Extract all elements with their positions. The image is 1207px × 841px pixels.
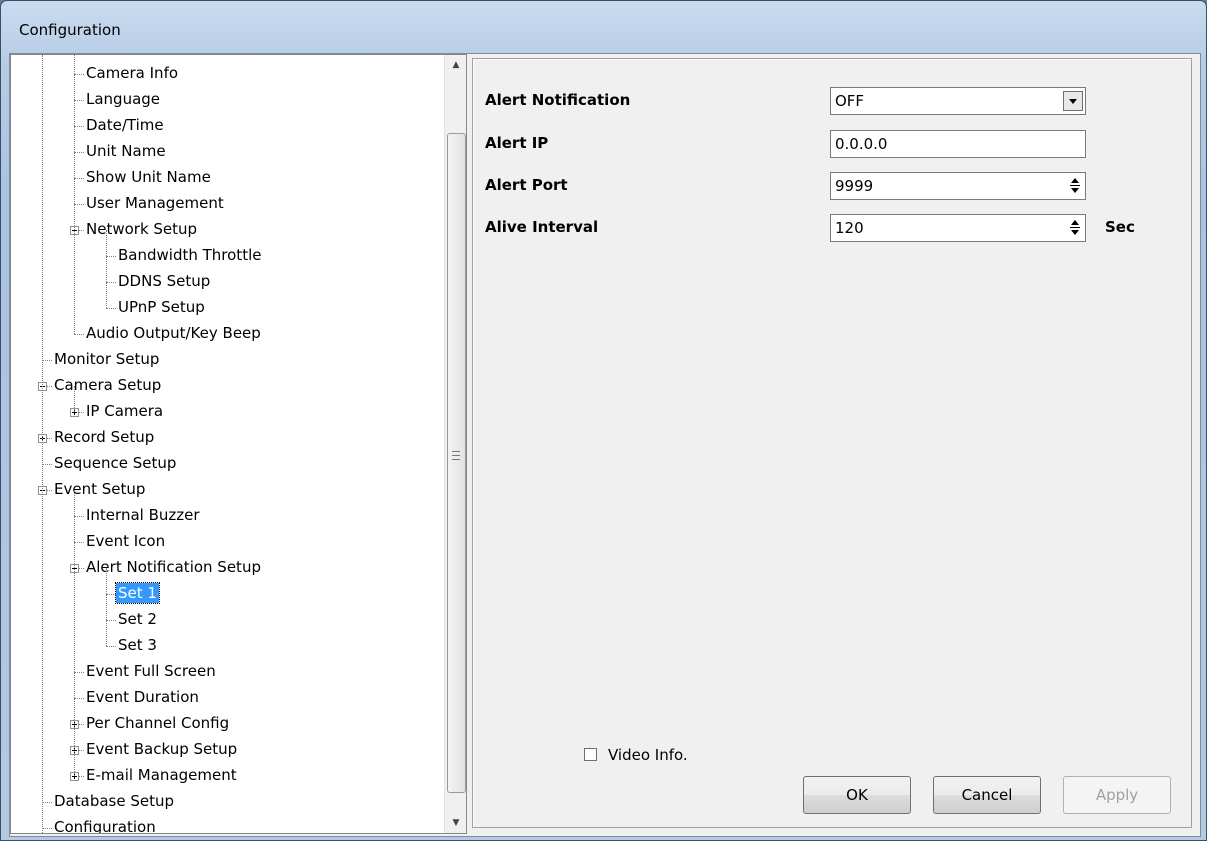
- grip-icon: [452, 451, 460, 460]
- tree-connector: [106, 282, 116, 283]
- tree-item-label: Audio Output/Key Beep: [86, 324, 261, 342]
- alive-interval-spinner[interactable]: 120: [830, 214, 1086, 242]
- tree-connector: [42, 802, 52, 803]
- alert-ip-value: 0.0.0.0: [835, 135, 888, 153]
- ok-button[interactable]: OK: [803, 776, 911, 814]
- tree-item-label: Event Setup: [54, 480, 146, 498]
- tree-item-label: Event Backup Setup: [86, 740, 238, 758]
- tree-item-label: Set 2: [118, 610, 157, 628]
- spin-arrows-icon[interactable]: [1069, 218, 1083, 238]
- tree-connector: [106, 646, 116, 647]
- checkbox-box[interactable]: [584, 748, 597, 761]
- tree-item-label: Event Full Screen: [86, 662, 216, 680]
- tree-connector: [74, 672, 84, 673]
- tree-item-label: Set 3: [118, 636, 157, 654]
- tree-connector: [74, 516, 84, 517]
- spin-arrows-icon[interactable]: [1069, 176, 1083, 196]
- tree-item-label: Configuration: [54, 818, 156, 833]
- alert-notification-label: Alert Notification: [485, 91, 631, 109]
- chevron-down-icon[interactable]: [1063, 91, 1083, 111]
- tree-item-label: Event Icon: [86, 532, 166, 550]
- scroll-thumb[interactable]: [447, 133, 466, 793]
- alert-port-value: 9999: [835, 177, 874, 195]
- cancel-button[interactable]: Cancel: [933, 776, 1041, 814]
- tree-guide-line: [106, 230, 107, 308]
- tree-connector: [74, 152, 84, 153]
- window-title: Configuration: [19, 21, 121, 39]
- alert-ip-label: Alert IP: [485, 134, 549, 152]
- tree-item-label: Internal Buzzer: [86, 506, 200, 524]
- tree-item-label: Show Unit Name: [86, 168, 211, 186]
- tree-connector: [74, 126, 84, 127]
- tree-item-label: E-mail Management: [86, 766, 237, 784]
- alert-port-label: Alert Port: [485, 176, 568, 194]
- tree-connector: [106, 256, 116, 257]
- alive-interval-unit: Sec: [1105, 218, 1135, 236]
- settings-tree: Camera Info Language Date/Time Unit Name Sho…: [10, 54, 467, 834]
- title-bar[interactable]: Configuration: [1, 1, 1206, 45]
- tree-item-label: Language: [86, 90, 161, 108]
- tree-connector: [74, 204, 84, 205]
- tree-item-label: Camera Setup: [54, 376, 162, 394]
- alive-interval-label: Alive Interval: [485, 218, 599, 236]
- alert-ip-input[interactable]: 0.0.0.0: [830, 130, 1086, 158]
- tree-connector: [42, 464, 52, 465]
- alert-port-spinner[interactable]: 9999: [830, 172, 1086, 200]
- alive-interval-value: 120: [835, 219, 864, 237]
- tree-item-label: Sequence Setup: [54, 454, 177, 472]
- tree-item-label: Set 1: [115, 582, 160, 604]
- tree-item-label: Camera Info: [86, 64, 179, 82]
- tree-guide-line: [74, 386, 75, 412]
- tree-item-label: Alert Notification Setup: [86, 558, 261, 576]
- tree-item-label: Bandwidth Throttle: [118, 246, 262, 264]
- tree-item-label: Date/Time: [86, 116, 164, 134]
- video-info-label: Video Info.: [608, 746, 688, 764]
- tree-viewport: Camera Info Language Date/Time Unit Name Sho…: [11, 55, 444, 833]
- tree-scrollbar[interactable]: ▲ ▼: [444, 55, 466, 833]
- tree-item-label: Per Channel Config: [86, 714, 230, 732]
- alert-notification-select[interactable]: OFF: [830, 87, 1086, 115]
- alert-notification-value: OFF: [835, 92, 865, 110]
- client-area: Camera Info Language Date/Time Unit Name Sho…: [9, 53, 1201, 837]
- tree-item-label: DDNS Setup: [118, 272, 211, 290]
- tree-item-label: User Management: [86, 194, 224, 212]
- tree-item-label: Database Setup: [54, 792, 174, 810]
- tree-connector: [74, 698, 84, 699]
- tree-item-label: Network Setup: [86, 220, 198, 238]
- tree-item-label: Record Setup: [54, 428, 155, 446]
- tree-guide-line: [42, 55, 43, 833]
- scroll-down-icon[interactable]: ▼: [445, 813, 466, 833]
- settings-panel: Alert Notification OFF Alert IP 0.0.0.0 …: [472, 58, 1192, 828]
- tree-connector: [74, 100, 84, 101]
- tree-connector: [42, 828, 52, 829]
- configuration-window: Configuration Camera Info Language Date/Ti…: [0, 0, 1207, 841]
- tree-item-label: IP Camera: [86, 402, 164, 420]
- scroll-up-icon[interactable]: ▲: [445, 55, 466, 75]
- tree-connector: [106, 620, 116, 621]
- tree-item-label: Unit Name: [86, 142, 166, 160]
- tree-item-label: UPnP Setup: [118, 298, 205, 316]
- tree-connector: [74, 542, 84, 543]
- apply-button[interactable]: Apply: [1063, 776, 1171, 814]
- tree-connector: [106, 308, 116, 309]
- tree-connector: [42, 360, 52, 361]
- tree-guide-line: [106, 568, 107, 646]
- tree-connector: [74, 334, 84, 335]
- tree-item-label: Monitor Setup: [54, 350, 160, 368]
- tree-guide-line: [74, 490, 75, 776]
- tree-connector: [74, 178, 84, 179]
- tree-guide-line: [74, 55, 75, 334]
- tree-item-label: Event Duration: [86, 688, 199, 706]
- tree-connector: [74, 74, 84, 75]
- tree-connector: [106, 594, 116, 595]
